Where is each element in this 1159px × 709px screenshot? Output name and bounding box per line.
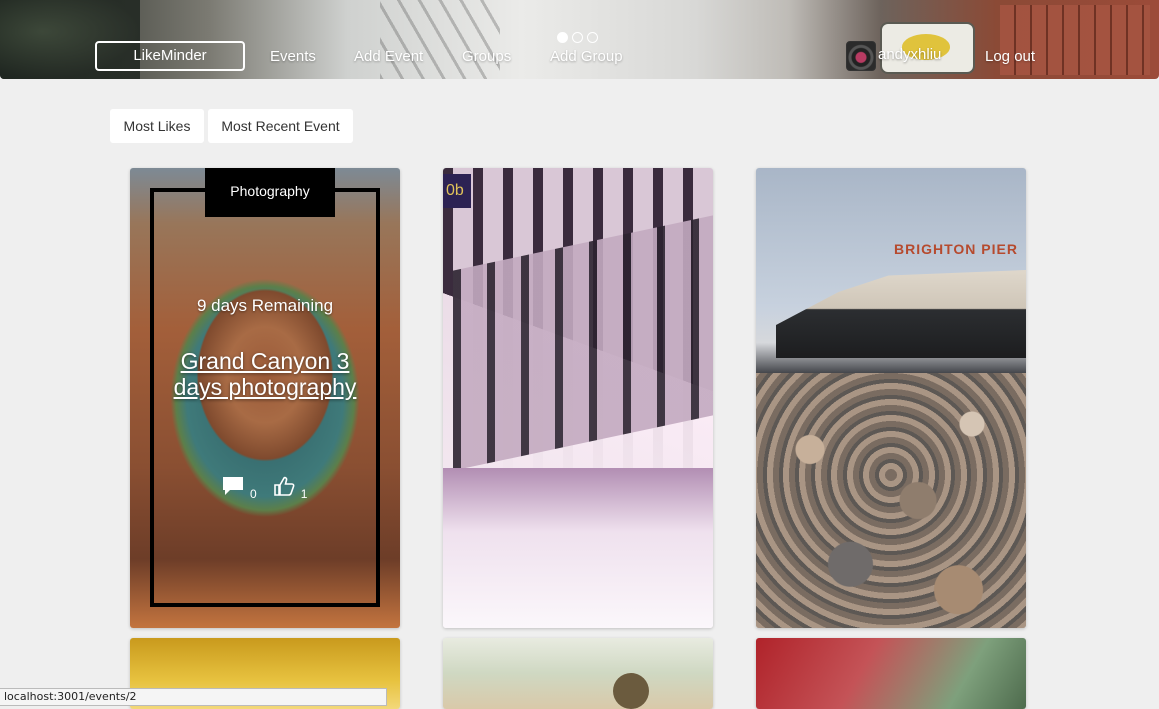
comment-count: 0 <box>250 487 257 501</box>
platform-image <box>443 468 713 628</box>
pier-image <box>776 270 1026 358</box>
carousel-dot[interactable] <box>572 32 583 43</box>
event-title-link[interactable]: Grand Canyon 3 days photography <box>170 348 360 400</box>
carousel-indicators <box>557 32 598 43</box>
brand-button[interactable]: LikeMinder <box>95 41 245 71</box>
train-image <box>453 215 713 471</box>
pier-sign-image: BRIGHTON PIER <box>894 241 1018 257</box>
pebbles-image <box>756 373 1026 628</box>
banner-image-illustration <box>380 0 500 79</box>
sort-most-recent-button[interactable]: Most Recent Event <box>208 109 353 143</box>
carousel-dot[interactable] <box>557 32 568 43</box>
event-card-train[interactable]: 0b <box>443 168 713 628</box>
station-sign-image: 0b <box>443 174 471 208</box>
sort-most-likes-button[interactable]: Most Likes <box>110 109 204 143</box>
category-tag: Photography <box>205 168 335 217</box>
username-link[interactable]: andyxhliu <box>878 46 941 63</box>
days-remaining: 9 days Remaining <box>196 296 334 315</box>
carousel-dot[interactable] <box>587 32 598 43</box>
nav-add-group-link[interactable]: Add Group <box>550 48 623 65</box>
thumbs-up-icon[interactable] <box>273 476 295 501</box>
browser-status-url: localhost:3001/events/2 <box>0 688 387 706</box>
comment-icon[interactable] <box>222 476 244 501</box>
nav-add-event-link[interactable]: Add Event <box>354 48 423 65</box>
like-count: 1 <box>300 487 308 501</box>
event-card-grand-canyon[interactable]: Photography 9 days Remaining Grand Canyo… <box>130 168 400 628</box>
header-banner: LikeMinder Events Add Event Groups Add G… <box>0 0 1159 79</box>
event-card[interactable] <box>443 638 713 709</box>
user-avatar[interactable] <box>846 41 876 71</box>
event-card[interactable] <box>756 638 1026 709</box>
card-stats: 0 1 <box>222 476 317 501</box>
nav-groups-link[interactable]: Groups <box>462 48 511 65</box>
logout-link[interactable]: Log out <box>985 48 1035 65</box>
nav-events-link[interactable]: Events <box>270 48 316 65</box>
event-card-pier[interactable]: BRIGHTON PIER <box>756 168 1026 628</box>
